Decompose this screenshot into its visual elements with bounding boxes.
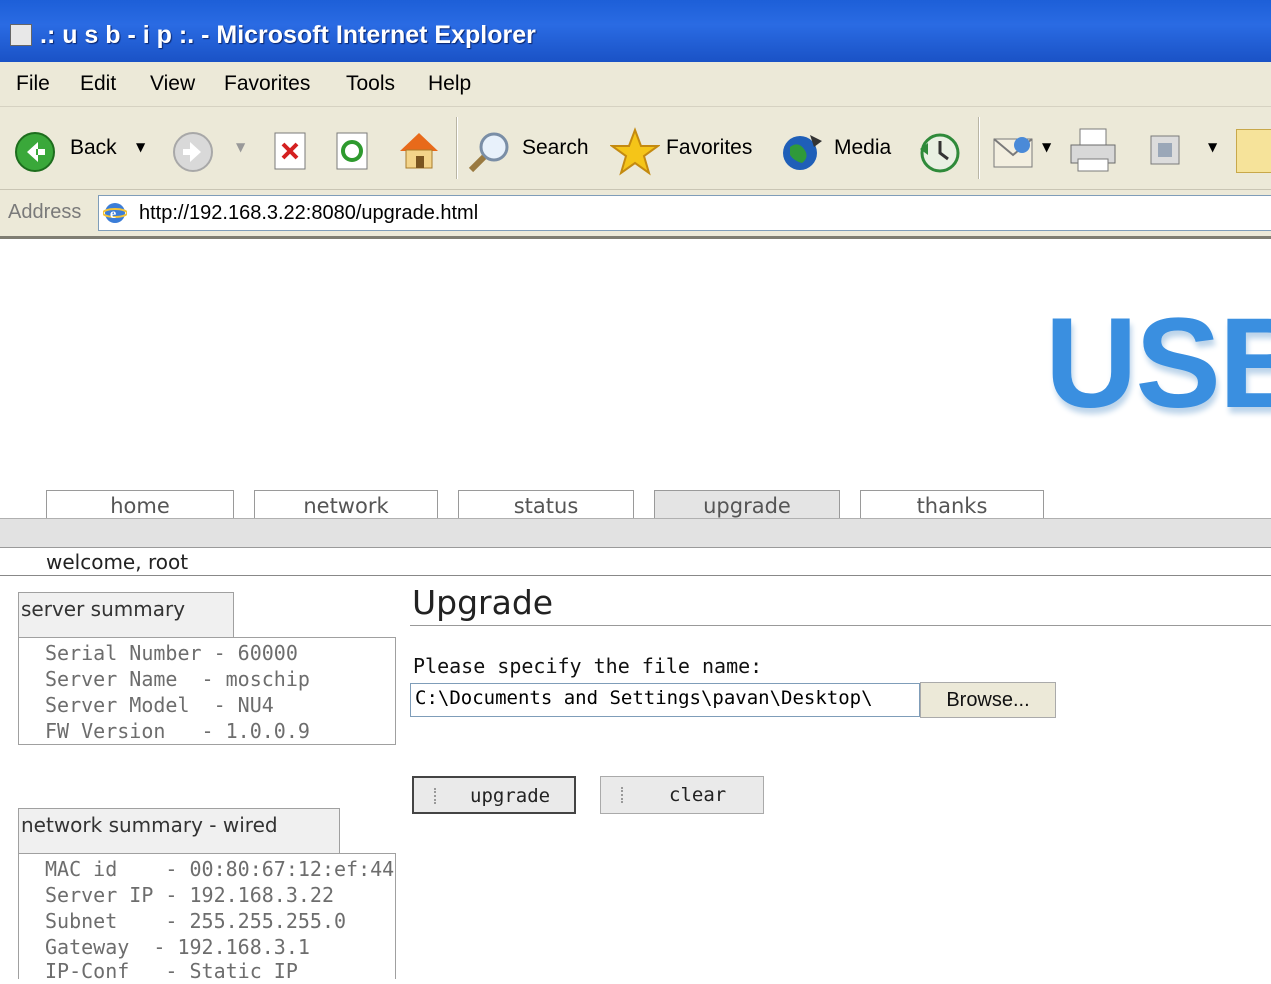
subnet: Subnet - 255.255.255.0 (45, 909, 347, 933)
title-divider (410, 625, 1271, 626)
refresh-button[interactable] (334, 131, 370, 171)
server-summary-box: Serial Number - 60000 Server Name - mosc… (18, 637, 396, 745)
back-label[interactable]: Back (70, 136, 117, 160)
menu-favorites[interactable]: Favorites (224, 72, 310, 96)
tab-thanks[interactable]: thanks (860, 490, 1044, 518)
favorites-button[interactable] (608, 127, 662, 177)
stop-icon (274, 132, 306, 170)
edit-page-icon (1150, 135, 1180, 165)
favorites-star-icon (608, 127, 662, 176)
file-label: Please specify the file name: (413, 654, 763, 678)
menu-bar: File Edit View Favorites Tools Help (0, 62, 1271, 107)
menu-help[interactable]: Help (428, 72, 471, 96)
menu-tools[interactable]: Tools (346, 72, 395, 96)
address-url[interactable]: http://192.168.3.22:8080/upgrade.html (139, 202, 478, 225)
address-bar: Address e http://192.168.3.22:8080/upgra… (0, 190, 1271, 239)
tab-strip (0, 518, 1271, 548)
divider (0, 575, 1271, 576)
history-button[interactable] (916, 129, 962, 175)
forward-arrow-icon (173, 132, 213, 172)
printer-icon (1070, 128, 1116, 172)
server-name: Server Name - moschip (45, 667, 310, 691)
upgrade-button-label: upgrade (470, 785, 551, 807)
menu-edit[interactable]: Edit (80, 72, 116, 96)
usb-logo: USB (1045, 292, 1271, 435)
search-label[interactable]: Search (522, 136, 589, 160)
file-path-input[interactable]: C:\Documents and Settings\pavan\Desktop\ (410, 683, 920, 717)
mail-dropdown-icon[interactable]: ▼ (1042, 140, 1051, 154)
tab-network[interactable]: network (254, 490, 438, 518)
edit-dropdown-icon[interactable]: ▼ (1208, 140, 1217, 154)
ip-conf: IP-Conf - Static IP (45, 959, 298, 983)
server-summary-heading: server summary (18, 592, 234, 638)
address-input[interactable]: e http://192.168.3.22:8080/upgrade.html (98, 195, 1271, 231)
edit-button[interactable] (1148, 133, 1184, 169)
menu-file[interactable]: File (16, 72, 50, 96)
home-icon (400, 133, 438, 169)
tab-home[interactable]: home (46, 490, 234, 518)
favorites-label[interactable]: Favorites (666, 136, 752, 160)
forward-button[interactable] (172, 131, 214, 173)
server-model: Server Model - NU4 (45, 693, 274, 717)
tab-status[interactable]: status (458, 490, 634, 518)
media-globe-icon (783, 135, 822, 170)
grip-icon (621, 787, 627, 803)
history-icon (920, 133, 960, 173)
gateway: Gateway - 192.168.3.1 (45, 935, 310, 959)
fw-version: FW Version - 1.0.0.9 (45, 719, 310, 743)
address-label: Address (8, 201, 82, 223)
clear-button[interactable]: clear (600, 776, 764, 814)
refresh-icon (336, 132, 368, 170)
tab-upgrade[interactable]: upgrade (654, 490, 840, 518)
ie-window-icon (10, 24, 32, 46)
mac-id: MAC id - 00:80:67:12:ef:44 (45, 857, 395, 881)
discuss-button[interactable] (1236, 129, 1271, 173)
browse-button[interactable]: Browse... (920, 682, 1056, 718)
ie-page-icon: e (103, 203, 127, 223)
back-arrow-icon (15, 132, 55, 172)
menu-view[interactable]: View (150, 72, 195, 96)
network-summary-heading: network summary - wired (18, 808, 340, 854)
network-summary-box: MAC id - 00:80:67:12:ef:44 Server IP - 1… (18, 853, 396, 983)
window-title: .: u s b - i p :. - Microsoft Internet E… (40, 21, 536, 49)
back-button[interactable] (14, 131, 56, 173)
mail-icon (993, 137, 1033, 168)
media-button[interactable] (780, 129, 826, 175)
server-ip: Server IP - 192.168.3.22 (45, 883, 334, 907)
home-button[interactable] (396, 127, 442, 173)
stop-button[interactable] (272, 131, 308, 171)
toolbar-separator (456, 117, 458, 179)
mail-button[interactable] (992, 131, 1036, 173)
grip-icon (434, 788, 440, 804)
print-button[interactable] (1068, 127, 1120, 175)
upgrade-button[interactable]: upgrade (412, 776, 576, 814)
clear-button-label: clear (669, 784, 727, 806)
search-button[interactable] (466, 129, 514, 175)
page-title: Upgrade (412, 583, 554, 622)
media-label[interactable]: Media (834, 136, 891, 160)
back-dropdown-icon[interactable]: ▼ (136, 140, 145, 154)
svg-text:e: e (110, 207, 116, 222)
welcome-text: welcome, root (46, 550, 189, 574)
serial-number: Serial Number - 60000 (45, 641, 298, 665)
title-bar[interactable]: .: u s b - i p :. - Microsoft Internet E… (0, 0, 1271, 62)
search-icon (468, 132, 509, 173)
toolbar: Back ▼ ▼ Search Favorites Media ▼ ▼ (0, 107, 1271, 190)
toolbar-separator (978, 117, 980, 179)
forward-dropdown-icon[interactable]: ▼ (236, 140, 245, 154)
